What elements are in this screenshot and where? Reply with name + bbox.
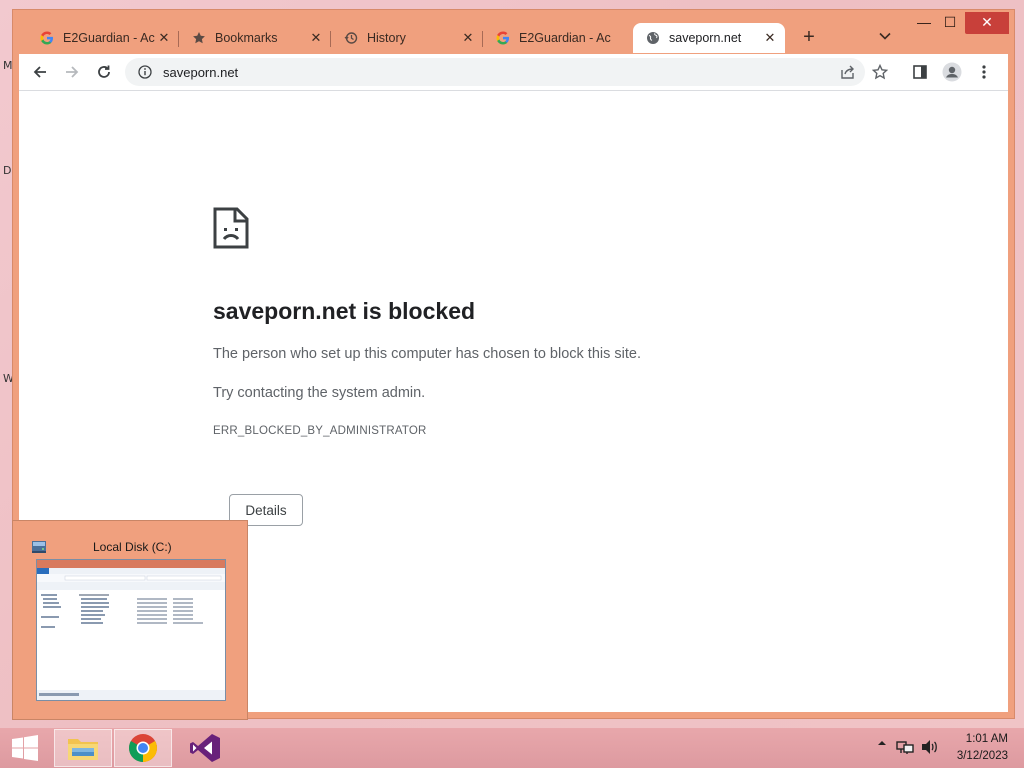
side-panel-icon: [913, 65, 927, 79]
arrow-left-icon: [33, 66, 46, 78]
tab-search-button[interactable]: [875, 28, 895, 43]
profile-button[interactable]: [939, 59, 965, 85]
volume-icon[interactable]: [921, 739, 939, 758]
more-vertical-icon: [982, 65, 986, 79]
tab-title: saveporn.net: [669, 31, 742, 45]
visual-studio-icon: [190, 734, 220, 762]
close-window-button[interactable]: ✕: [965, 12, 1009, 34]
info-icon[interactable]: [137, 64, 153, 80]
arrow-right-icon: [66, 66, 79, 78]
desktop-icon-label: D: [3, 164, 12, 177]
drive-icon: [30, 537, 48, 560]
tab-title: E2Guardian - Ac: [63, 31, 155, 45]
google-icon: [495, 30, 511, 46]
reload-button[interactable]: [91, 59, 117, 85]
error-code: ERR_BLOCKED_BY_ADMINISTRATOR: [213, 425, 427, 437]
browser-toolbar: [19, 54, 1008, 91]
reload-icon: [98, 65, 110, 78]
address-bar[interactable]: [125, 58, 865, 86]
taskbar-visual-studio[interactable]: [176, 729, 234, 767]
back-button[interactable]: [27, 59, 53, 85]
error-title: saveporn.net is blocked: [213, 298, 476, 324]
bookmark-button[interactable]: [867, 59, 893, 85]
taskbar-chrome[interactable]: [114, 729, 172, 767]
tab-title: E2Guardian - Ac: [519, 31, 611, 45]
thumbnail-title: Local Disk (C:): [93, 540, 172, 554]
network-icon[interactable]: [896, 739, 914, 758]
history-icon: [343, 30, 359, 46]
tab-bookmarks[interactable]: Bookmarks ✕: [179, 23, 331, 53]
tab-e2guardian-1[interactable]: E2Guardian - Ac ✕: [27, 23, 179, 53]
system-clock[interactable]: 1:01 AM 3/12/2023: [957, 731, 1008, 765]
sad-page-icon: [213, 207, 249, 254]
chevron-up-icon: [878, 741, 886, 745]
tab-saveporn-active[interactable]: saveporn.net ✕: [633, 23, 785, 53]
chrome-icon: [129, 734, 157, 762]
side-panel-button[interactable]: [907, 59, 933, 85]
profile-icon: [942, 62, 962, 82]
close-icon[interactable]: ✕: [763, 30, 777, 46]
globe-icon: [645, 30, 661, 46]
error-hint: Try contacting the system admin.: [213, 385, 426, 401]
tab-history[interactable]: History ✕: [331, 23, 483, 53]
taskbar: 1:01 AM 3/12/2023: [0, 728, 1024, 768]
tab-title: Bookmarks: [215, 31, 278, 45]
tab-e2guardian-2[interactable]: E2Guardian - Ac: [483, 23, 633, 53]
clock-time: 1:01 AM: [965, 733, 1008, 745]
taskbar-file-explorer[interactable]: [54, 729, 112, 767]
close-icon[interactable]: ✕: [309, 30, 323, 46]
share-button[interactable]: [835, 59, 861, 85]
error-description: The person who set up this computer has …: [213, 346, 641, 362]
clock-date: 3/12/2023: [956, 750, 1008, 762]
tab-strip: E2Guardian - Ac ✕ Bookmarks ✕ History ✕: [13, 10, 1014, 54]
show-hidden-icons-button[interactable]: [877, 738, 887, 750]
star-icon: [191, 30, 207, 46]
url-input[interactable]: [161, 63, 805, 81]
folder-icon: [68, 739, 98, 760]
start-button[interactable]: [2, 729, 48, 767]
forward-button[interactable]: [59, 59, 85, 85]
share-icon: [841, 65, 854, 79]
chevron-down-icon: [879, 32, 891, 40]
taskbar-thumbnail-preview[interactable]: Local Disk (C:): [12, 520, 248, 720]
windows-logo-icon: [12, 735, 38, 761]
tab-title: History: [367, 31, 406, 45]
explorer-preview: [36, 559, 226, 701]
close-icon[interactable]: ✕: [461, 30, 475, 46]
google-icon: [39, 30, 55, 46]
close-icon[interactable]: ✕: [157, 30, 171, 46]
new-tab-button[interactable]: +: [797, 26, 821, 50]
maximize-button[interactable]: ☐: [935, 12, 965, 34]
menu-button[interactable]: [971, 59, 997, 85]
star-outline-icon: [872, 64, 888, 80]
